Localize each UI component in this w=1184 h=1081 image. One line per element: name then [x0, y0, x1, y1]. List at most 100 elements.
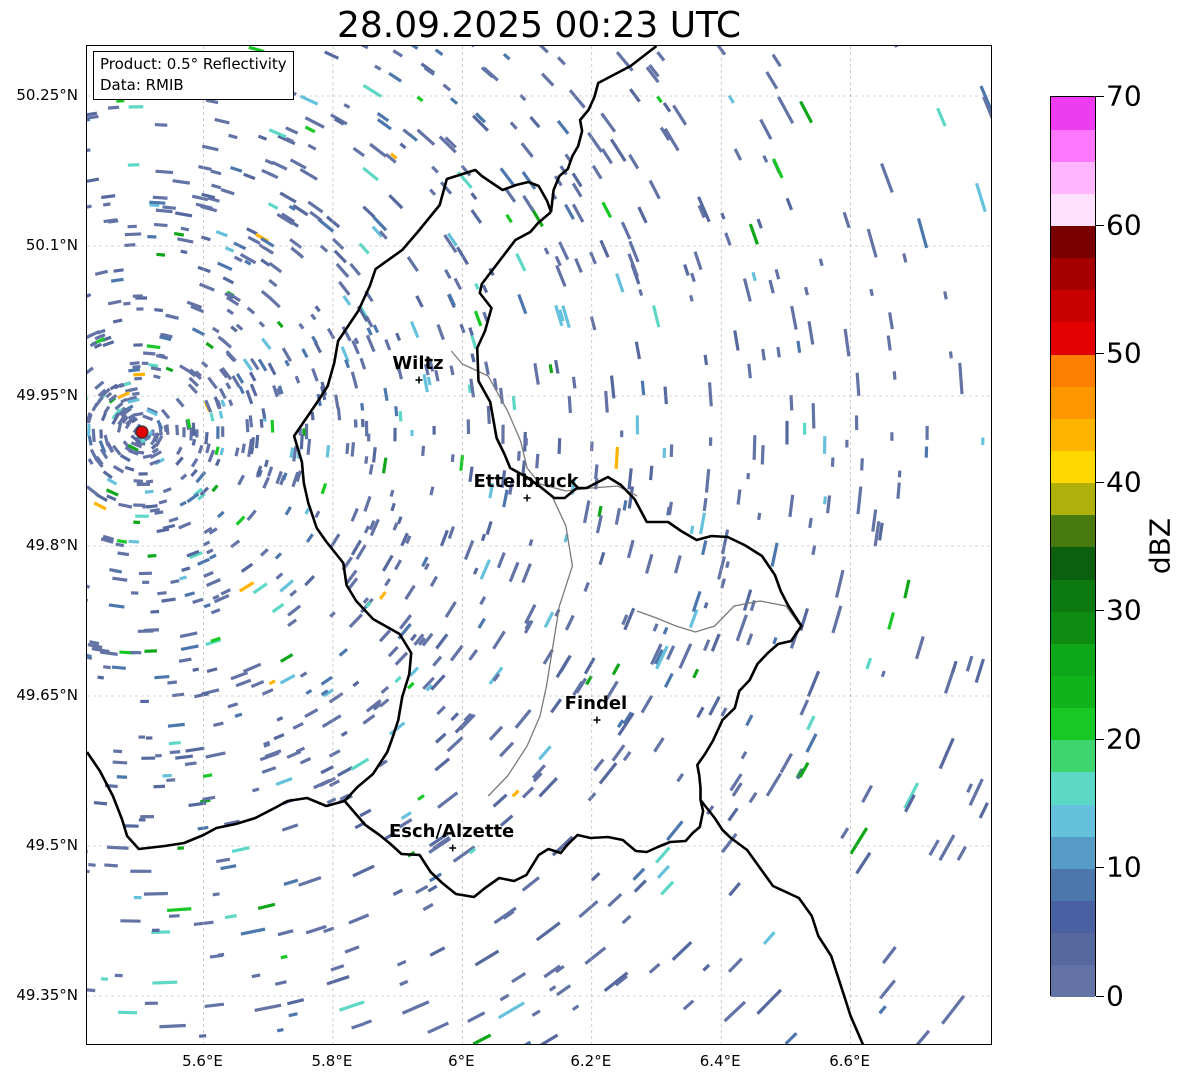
echo-pixel: [186, 492, 200, 504]
colorbar-tick-mark: [1096, 481, 1104, 483]
echo-pixel: [533, 362, 540, 385]
echo-pixel: [453, 277, 462, 291]
echo-pixel: [167, 680, 178, 685]
echo-pixel: [554, 255, 562, 267]
echo-pixel: [338, 280, 351, 296]
echo-pixel: [206, 667, 218, 674]
echo-pixel: [756, 988, 783, 1015]
echo-pixel: [364, 456, 369, 464]
echo-pixel: [634, 341, 642, 360]
echo-pixel: [333, 249, 348, 264]
echo-pixel: [87, 458, 94, 465]
echo-pixel: [470, 209, 483, 224]
echo-pixel: [708, 437, 713, 446]
echo-pixel: [107, 105, 120, 110]
echo-pixel: [746, 472, 751, 480]
echo-pixel: [238, 581, 255, 593]
echo-pixel: [396, 959, 407, 967]
echo-pixel: [822, 436, 827, 454]
echo-pixel: [209, 553, 217, 560]
echo-pixel: [442, 83, 452, 92]
echo-pixel: [353, 419, 358, 428]
echo-pixel: [640, 695, 654, 714]
echo-pixel: [128, 105, 144, 109]
echo-pixel: [230, 165, 243, 173]
echo-pixel: [276, 320, 284, 329]
echo-pixel: [279, 579, 295, 593]
longitude-tick-label: 6.2°E: [570, 1052, 612, 1070]
echo-pixel: [214, 458, 221, 467]
echo-pixel: [136, 307, 144, 311]
echo-pixel: [470, 334, 478, 350]
echo-pixel: [626, 539, 635, 559]
echo-pixel: [594, 464, 599, 480]
echo-pixel: [410, 429, 414, 437]
echo-pixel: [266, 466, 274, 477]
colorbar-tick-label: 20: [1106, 722, 1142, 756]
echo-pixel: [205, 751, 226, 759]
echo-pixel: [211, 484, 219, 493]
echo-pixel: [321, 714, 342, 728]
echo-pixel: [627, 468, 633, 490]
echo-pixel: [774, 268, 781, 280]
echo-pixel: [88, 862, 96, 867]
echo-pixel: [132, 294, 143, 298]
echo-pixel: [262, 476, 271, 489]
echo-pixel: [409, 321, 420, 339]
echo-pixel: [352, 864, 375, 878]
echo-pixel: [548, 364, 554, 374]
echo-pixel: [215, 230, 228, 238]
echo-pixel: [162, 205, 176, 210]
city-marker-findel: [593, 716, 601, 724]
echo-pixel: [752, 435, 757, 460]
echo-pixel: [108, 603, 125, 609]
echo-pixel: [603, 971, 629, 993]
colorbar-segment: [1051, 354, 1095, 387]
echo-pixel: [938, 737, 955, 770]
echo-pixel: [248, 371, 257, 382]
echo-pixel: [299, 434, 304, 450]
echo-pixel: [113, 749, 123, 754]
echo-pixel: [660, 880, 675, 896]
echo-pixel: [251, 787, 260, 793]
echo-pixel: [879, 979, 896, 1000]
echo-pixel: [644, 553, 654, 574]
echo-pixel: [130, 650, 142, 655]
echo-pixel: [396, 516, 403, 525]
echo-pixel: [369, 142, 388, 158]
echo-pixel: [320, 675, 333, 686]
echo-pixel: [450, 454, 455, 463]
echo-pixel: [210, 608, 221, 615]
echo-pixel: [274, 980, 287, 986]
echo-pixel: [772, 636, 778, 645]
echo-pixel: [104, 863, 118, 868]
echo-pixel: [129, 361, 140, 366]
echo-pixel: [690, 272, 696, 283]
echo-pixel: [228, 133, 238, 140]
echo-pixel: [479, 559, 491, 580]
echo-pixel: [179, 631, 198, 639]
echo-pixel: [254, 1003, 282, 1013]
echo-pixel: [746, 633, 754, 646]
echo-pixel: [473, 310, 483, 327]
city-label: Wiltz: [392, 353, 444, 374]
echo-pixel: [555, 264, 567, 287]
echo-pixel: [434, 732, 447, 744]
echo-pixel: [866, 228, 878, 258]
echo-pixel: [432, 425, 436, 435]
echo-pixel: [286, 998, 305, 1006]
echo-pixel: [133, 372, 146, 377]
echo-pixel: [101, 194, 116, 200]
radar-map[interactable]: [86, 45, 992, 1045]
echo-pixel: [384, 338, 392, 351]
echo-pixel: [147, 234, 157, 239]
echo-pixel: [601, 201, 613, 219]
echo-pixel: [258, 320, 266, 328]
echo-pixel: [87, 366, 94, 375]
echo-pixel: [257, 902, 276, 910]
colorbar-tick-mark: [1096, 867, 1104, 869]
echo-pixel: [392, 49, 404, 58]
echo-pixel: [275, 777, 293, 786]
echo-pixel: [359, 357, 367, 370]
echo-pixel: [307, 200, 324, 214]
